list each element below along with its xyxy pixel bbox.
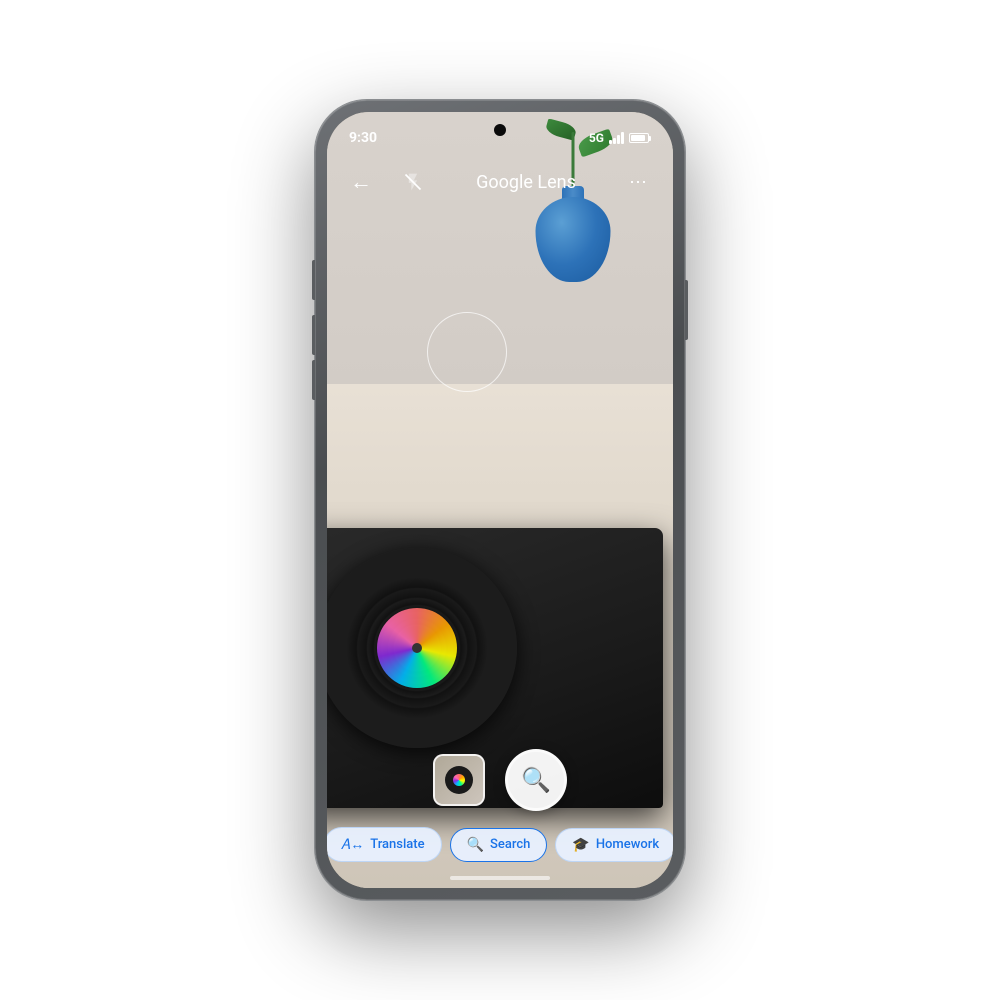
vase-body [536, 197, 611, 282]
gallery-thumbnail-button[interactable] [433, 754, 485, 806]
phone-device: 9:30 5G ← [315, 100, 685, 900]
front-camera [494, 124, 506, 136]
app-title: Google Lens [429, 172, 623, 193]
top-bar-left: ← [345, 166, 429, 198]
camera-controls: 🔍 [327, 733, 673, 823]
vinyl-record [327, 548, 517, 748]
battery-tip [649, 136, 651, 141]
signal-strength-icon [609, 132, 624, 144]
more-options-button[interactable]: ⋯ [623, 166, 655, 198]
record-container [327, 548, 517, 748]
tab-homework[interactable]: 🎓 Homework [555, 828, 673, 862]
homework-tab-label: Homework [596, 837, 659, 852]
search-tab-label: Search [490, 837, 530, 852]
translate-icon: 𝐴↔ [341, 836, 364, 853]
status-icons: 5G [589, 131, 651, 145]
tab-translate[interactable]: 𝐴↔ Translate [327, 827, 442, 862]
record-center-hole [412, 643, 422, 653]
translate-tab-label: Translate [370, 837, 424, 852]
shutter-search-button[interactable]: 🔍 [505, 749, 567, 811]
battery-fill [631, 135, 645, 141]
network-label: 5G [589, 131, 604, 145]
flash-off-icon[interactable] [397, 166, 429, 198]
homework-icon: 🎓 [572, 837, 589, 853]
scan-circle-overlay [427, 312, 507, 392]
tab-search[interactable]: 🔍 Search [450, 828, 548, 862]
status-time: 9:30 [349, 130, 377, 146]
top-app-bar: ← Google Lens ⋯ [327, 156, 673, 208]
battery-body [629, 133, 649, 143]
phone-screen: 9:30 5G ← [327, 112, 673, 888]
search-icon: 🔍 [521, 766, 551, 794]
back-button[interactable]: ← [345, 166, 377, 198]
battery-icon [629, 133, 651, 143]
search-tab-icon: 🔍 [467, 837, 484, 853]
home-indicator [450, 876, 550, 880]
bottom-tabs: 𝐴↔ Translate 🔍 Search 🎓 Homework [327, 823, 673, 872]
bottom-area: 🔍 𝐴↔ Translate 🔍 Search 🎓 Homework [327, 733, 673, 888]
